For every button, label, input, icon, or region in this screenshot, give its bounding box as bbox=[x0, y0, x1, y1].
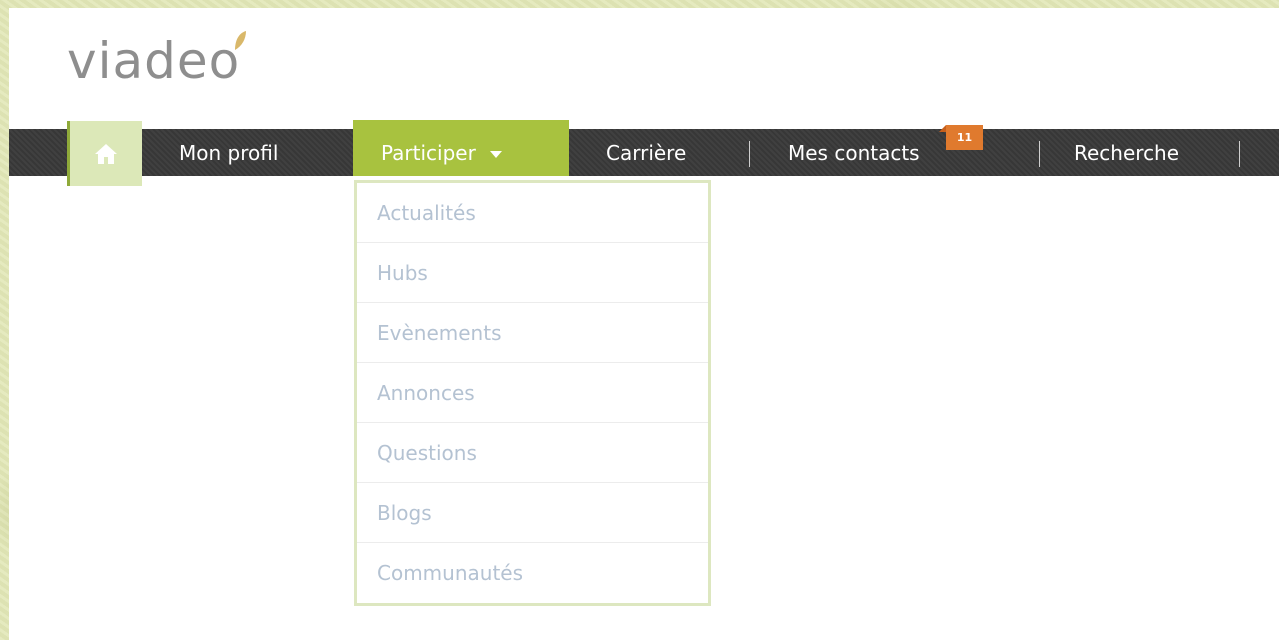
nav-item-carriere[interactable]: Carrière bbox=[606, 129, 686, 176]
nav-item-participer[interactable]: Participer bbox=[353, 120, 569, 176]
nav-item-mes-contacts[interactable]: Mes contacts bbox=[788, 129, 920, 176]
main-navbar: Mon profil Participer Carrière Mes conta… bbox=[9, 120, 1279, 186]
nav-item-label: Mon profil bbox=[179, 140, 279, 165]
nav-item-recherche[interactable]: Recherche bbox=[1074, 129, 1179, 176]
menu-item-annonces[interactable]: Annonces bbox=[357, 363, 708, 423]
contacts-notification-badge[interactable]: 11 bbox=[946, 125, 983, 150]
menu-item-hubs[interactable]: Hubs bbox=[357, 243, 708, 303]
leaf-icon bbox=[235, 31, 247, 50]
nav-item-mon-profil[interactable]: Mon profil bbox=[179, 129, 278, 176]
nav-item-label: Mes contacts bbox=[788, 140, 920, 165]
nav-item-label: Carrière bbox=[606, 140, 687, 165]
page: viadeo Mon profil Participer Carrière Me… bbox=[9, 8, 1279, 640]
participer-dropdown-menu: Actualités Hubs Evènements Annonces Ques… bbox=[354, 180, 711, 606]
menu-item-evenements[interactable]: Evènements bbox=[357, 303, 708, 363]
nav-divider bbox=[749, 141, 750, 167]
viadeo-logo[interactable]: viadeo bbox=[67, 22, 247, 86]
menu-item-communautes[interactable]: Communautés bbox=[357, 543, 708, 603]
menu-item-actualites[interactable]: Actualités bbox=[357, 183, 708, 243]
nav-item-label: Participer bbox=[381, 141, 476, 165]
nav-divider bbox=[1239, 141, 1240, 167]
logo-text: viadeo bbox=[67, 32, 241, 90]
menu-item-blogs[interactable]: Blogs bbox=[357, 483, 708, 543]
nav-item-label: Recherche bbox=[1074, 140, 1180, 165]
home-icon bbox=[95, 143, 117, 164]
chevron-down-icon bbox=[489, 150, 502, 158]
menu-item-questions[interactable]: Questions bbox=[357, 423, 708, 483]
nav-home-button[interactable] bbox=[67, 121, 142, 186]
badge-tip bbox=[939, 125, 946, 132]
nav-divider bbox=[1039, 141, 1040, 167]
